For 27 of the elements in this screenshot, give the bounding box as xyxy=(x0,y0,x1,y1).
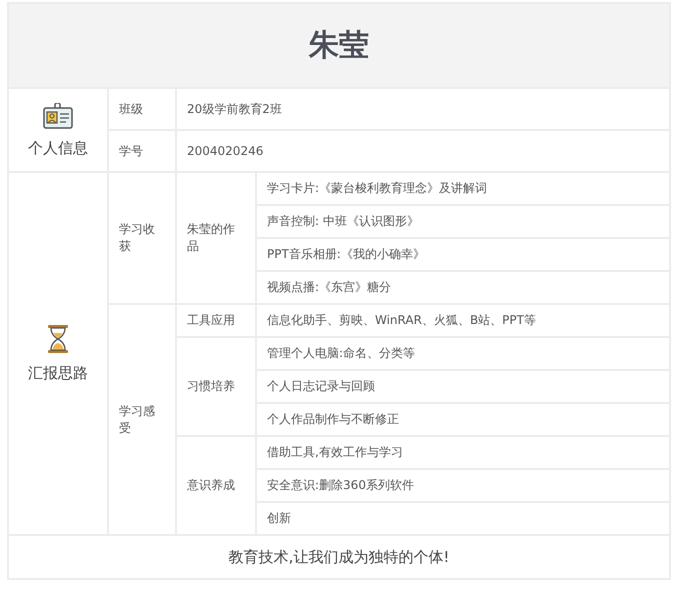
subgroup-label: 朱莹的作品 xyxy=(187,222,235,253)
item-text: 安全意识:删除360系列软件 xyxy=(267,478,414,492)
item-text: 信息化助手、剪映、WinRAR、火狐、B站、PPT等 xyxy=(267,313,536,327)
footer-text: 教育技术,让我们成为独特的个体! xyxy=(228,548,450,566)
item-text: 学习卡片:《蒙台梭利教育理念》及讲解词 xyxy=(267,181,488,195)
field-label: 班级 xyxy=(119,102,143,116)
field-label: 学号 xyxy=(119,144,143,158)
hourglass-icon xyxy=(47,324,69,354)
item-text: PPT音乐相册:《我的小确幸》 xyxy=(267,247,425,261)
section-label: 汇报思路 xyxy=(28,364,88,383)
field-value: 2004020246 xyxy=(187,144,264,158)
item-text: 声音控制: 中班《认识图形》 xyxy=(267,214,419,228)
item-text: 管理个人电脑:命名、分类等 xyxy=(267,346,416,360)
field-value: 20级学前教育2班 xyxy=(187,102,282,116)
item-text: 视频点播:《东宫》糖分 xyxy=(267,280,392,294)
item-text: 借助工具,有效工作与学习 xyxy=(267,445,403,459)
item-text: 创新 xyxy=(267,511,291,525)
group-label: 学习收获 xyxy=(119,222,155,253)
page-title: 朱莹 xyxy=(309,28,369,63)
item-text: 个人作品制作与不断修正 xyxy=(267,412,399,426)
subgroup-label: 工具应用 xyxy=(187,313,235,327)
subgroup-label: 习惯培养 xyxy=(187,379,235,393)
section-label: 个人信息 xyxy=(28,138,88,158)
group-label: 学习感受 xyxy=(119,404,155,434)
id-card-icon xyxy=(43,102,73,128)
subgroup-label: 意识养成 xyxy=(187,478,235,492)
item-text: 个人日志记录与回顾 xyxy=(267,379,375,393)
